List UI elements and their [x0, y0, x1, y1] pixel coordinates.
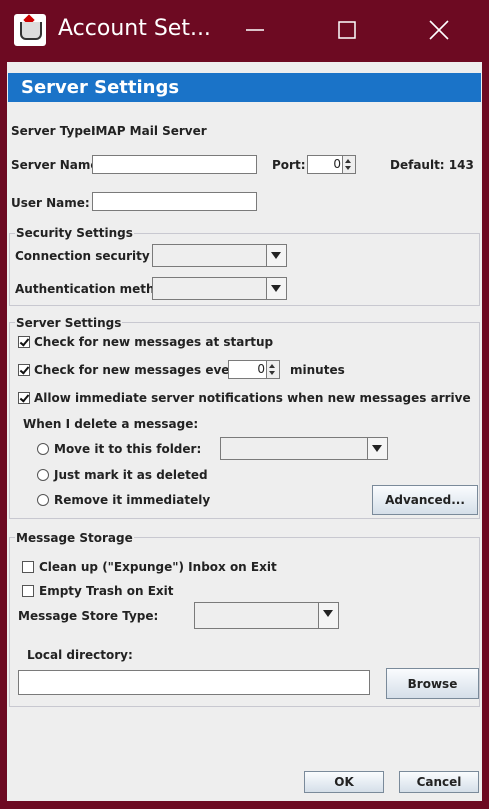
java-app-icon — [14, 14, 46, 46]
advanced-button[interactable]: Advanced... — [372, 485, 478, 515]
minimize-icon — [246, 29, 264, 31]
port-spinner[interactable]: 0 — [307, 155, 356, 174]
minutes-label: minutes — [290, 363, 345, 377]
server-type-label: Server Type: — [11, 124, 96, 138]
cleanup-checkbox[interactable] — [22, 561, 34, 573]
local-directory-input[interactable] — [18, 670, 370, 695]
remove-immediately-label: Remove it immediately — [54, 493, 211, 507]
title-bar[interactable]: Account Set... — [0, 0, 489, 62]
security-settings-title: Security Settings — [15, 226, 134, 240]
server-type-value: IMAP Mail Server — [91, 124, 207, 138]
server-name-label: Server Name: — [11, 158, 104, 172]
authentication-method-label: Authentication method — [15, 282, 172, 296]
connection-security-dropdown[interactable] — [152, 244, 287, 267]
port-label: Port: — [272, 158, 306, 172]
allow-notifications-checkbox[interactable] — [18, 392, 30, 404]
page-title: Server Settings — [8, 73, 481, 102]
check-interval-value: 0 — [257, 362, 265, 376]
remove-immediately-radio[interactable] — [37, 494, 49, 506]
maximize-icon — [338, 21, 356, 39]
browse-button[interactable]: Browse — [386, 668, 479, 699]
dialog-content: Server Settings Server Type: IMAP Mail S… — [7, 62, 482, 801]
cleanup-label: Clean up ("Expunge") Inbox on Exit — [39, 560, 277, 574]
store-type-dropdown[interactable] — [194, 602, 339, 629]
authentication-method-dropdown[interactable] — [152, 277, 287, 300]
check-every-checkbox[interactable] — [18, 364, 30, 376]
ok-button[interactable]: OK — [304, 771, 384, 793]
chevron-down-icon — [266, 278, 286, 299]
spinner-arrows-icon[interactable] — [266, 361, 279, 378]
local-directory-label: Local directory: — [27, 648, 133, 662]
store-type-label: Message Store Type: — [18, 609, 159, 623]
server-settings-title: Server Settings — [15, 316, 123, 330]
check-startup-checkbox[interactable] — [18, 336, 30, 348]
cancel-button[interactable]: Cancel — [399, 771, 479, 793]
empty-trash-checkbox[interactable] — [22, 585, 34, 597]
account-settings-window: Account Set... Server Settings Server Ty… — [0, 0, 489, 809]
default-port-label: Default: 143 — [390, 158, 474, 172]
user-name-label: User Name: — [11, 196, 90, 210]
port-value: 0 — [333, 157, 341, 171]
move-to-folder-radio[interactable] — [37, 443, 49, 455]
chevron-down-icon — [367, 438, 387, 459]
check-interval-spinner[interactable]: 0 — [228, 360, 280, 379]
window-title: Account Set... — [58, 16, 211, 41]
close-icon — [429, 20, 449, 40]
message-storage-title: Message Storage — [15, 531, 134, 545]
delete-message-label: When I delete a message: — [23, 417, 199, 431]
maximize-button[interactable] — [317, 10, 377, 50]
chevron-down-icon — [266, 245, 286, 266]
check-startup-label: Check for new messages at startup — [34, 335, 274, 349]
empty-trash-label: Empty Trash on Exit — [39, 584, 174, 598]
close-button[interactable] — [409, 10, 469, 50]
connection-security-label: Connection security — [15, 249, 150, 263]
mark-deleted-label: Just mark it as deleted — [54, 468, 208, 482]
check-every-label: Check for new messages every — [34, 363, 244, 377]
allow-notifications-label: Allow immediate server notifications whe… — [34, 391, 471, 405]
spinner-arrows-icon[interactable] — [342, 156, 355, 173]
server-name-input[interactable] — [92, 155, 257, 174]
user-name-input[interactable] — [92, 192, 257, 211]
mark-deleted-radio[interactable] — [37, 469, 49, 481]
folder-dropdown[interactable] — [220, 437, 388, 460]
minimize-button[interactable] — [225, 10, 285, 50]
move-to-folder-label: Move it to this folder: — [54, 442, 202, 456]
chevron-down-icon — [318, 603, 338, 628]
